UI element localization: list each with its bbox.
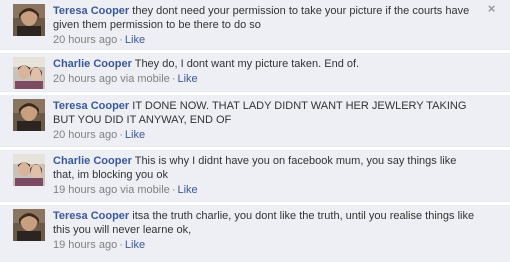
close-icon[interactable]: × (486, 2, 497, 15)
like-link[interactable]: Like (125, 239, 145, 251)
avatar[interactable] (13, 57, 45, 89)
comment-text: They do, I dont want my picture taken. E… (134, 58, 360, 70)
comment-thread: Teresa Cooper they dont need your permis… (0, 0, 510, 262)
comment-meta: 20 hours ago via mobile · Like (53, 73, 480, 86)
comment-author[interactable]: Teresa Cooper (53, 5, 129, 17)
comment-timestamp[interactable]: 19 hours ago (53, 239, 117, 251)
comment-body: Charlie Cooper They do, I dont want my p… (53, 57, 480, 86)
avatar[interactable] (13, 209, 45, 241)
comment-author[interactable]: Charlie Cooper (53, 58, 132, 70)
like-link[interactable]: Like (125, 34, 145, 46)
comment-timestamp[interactable]: 20 hours ago (53, 73, 117, 85)
comment-timestamp[interactable]: 20 hours ago (53, 129, 117, 141)
comment-meta: 19 hours ago via mobile · Like (53, 184, 480, 197)
comment-item: Teresa Cooper itsa the truth charlie, yo… (0, 205, 510, 262)
comment-via: via mobile (120, 73, 170, 85)
comment-meta: 19 hours ago · Like (53, 239, 480, 252)
like-link[interactable]: Like (177, 73, 197, 85)
comment-meta: 20 hours ago · Like (53, 129, 480, 142)
avatar-teresa-image (13, 4, 45, 36)
avatar-charlie-image (13, 154, 45, 186)
comment-author[interactable]: Charlie Cooper (53, 155, 132, 167)
comment-via: via mobile (120, 184, 170, 196)
avatar-charlie-image (13, 57, 45, 89)
avatar[interactable] (13, 4, 45, 36)
comment-timestamp[interactable]: 20 hours ago (53, 34, 117, 46)
avatar-teresa-image (13, 99, 45, 131)
comment-author[interactable]: Teresa Cooper (53, 210, 129, 222)
comment-item: Charlie Cooper They do, I dont want my p… (0, 53, 510, 92)
comment-item: Charlie Cooper This is why I didnt have … (0, 150, 510, 202)
like-link[interactable]: Like (177, 184, 197, 196)
avatar[interactable] (13, 99, 45, 131)
comment-meta: 20 hours ago · Like (53, 34, 480, 47)
meta-separator: · (119, 129, 123, 141)
comment-body: Charlie Cooper This is why I didnt have … (53, 154, 480, 197)
comment-body: Teresa Cooper IT DONE NOW. THAT LADY DID… (53, 99, 480, 142)
comment-author[interactable]: Teresa Cooper (53, 100, 129, 112)
comment-body: Teresa Cooper itsa the truth charlie, yo… (53, 209, 480, 252)
avatar-teresa-image (13, 209, 45, 241)
comment-item: Teresa Cooper they dont need your permis… (0, 0, 510, 50)
like-link[interactable]: Like (125, 129, 145, 141)
comment-timestamp[interactable]: 19 hours ago (53, 184, 117, 196)
meta-separator: · (119, 239, 123, 251)
comment-body: Teresa Cooper they dont need your permis… (53, 4, 480, 47)
meta-separator: · (119, 34, 123, 46)
comment-item: Teresa Cooper IT DONE NOW. THAT LADY DID… (0, 95, 510, 147)
avatar[interactable] (13, 154, 45, 186)
